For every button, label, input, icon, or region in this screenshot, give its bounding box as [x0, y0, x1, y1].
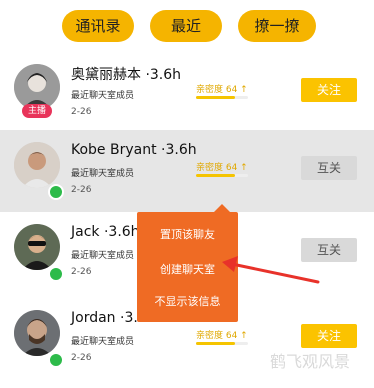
- top-tabs: 通讯录 最近 撩一撩: [0, 10, 374, 44]
- contact-subtitle: 最近聊天室成员: [71, 91, 135, 101]
- contact-name: 奥黛丽赫本 ·3.6h: [71, 67, 182, 83]
- intimacy-label: 亲密度 64 ↑: [196, 85, 248, 95]
- menu-item-pin-chat-friend[interactable]: 置顶该聊友: [137, 226, 238, 242]
- mutual-follow-button[interactable]: 互关: [301, 156, 357, 180]
- intimacy-bar: [196, 342, 248, 345]
- contact-subtitle: 最近聊天室成员: [71, 337, 135, 347]
- follow-button[interactable]: 关注: [301, 78, 357, 102]
- tab-flirt[interactable]: 撩一撩: [238, 10, 316, 42]
- avatar[interactable]: [14, 310, 60, 356]
- intimacy-bar-fill: [196, 96, 235, 99]
- contact-name: Kobe Bryant ·3.6h: [71, 142, 197, 158]
- mutual-follow-button[interactable]: 互关: [301, 238, 357, 262]
- contact-date: 2-26: [71, 185, 92, 195]
- tab-recent[interactable]: 最近: [150, 10, 222, 42]
- menu-item-hide-message[interactable]: 不显示该信息: [137, 293, 238, 309]
- intimacy-bar-fill: [196, 174, 235, 177]
- contact-date: 2-26: [71, 107, 92, 117]
- tab-contacts[interactable]: 通讯录: [62, 10, 134, 42]
- online-status-icon: [48, 266, 64, 282]
- intimacy-label: 亲密度 64 ↑: [196, 331, 248, 341]
- intimacy-label: 亲密度 64 ↑: [196, 163, 248, 173]
- streamer-badge: 主播: [22, 104, 52, 118]
- contact-subtitle: 最近聊天室成员: [71, 251, 135, 261]
- intimacy-bar-fill: [196, 342, 235, 345]
- context-menu: 置顶该聊友 创建聊天室 不显示该信息: [137, 204, 238, 322]
- intimacy-bar: [196, 96, 248, 99]
- menu-item-create-chatroom[interactable]: 创建聊天室: [137, 261, 238, 277]
- contact-date: 2-26: [71, 267, 92, 277]
- contact-subtitle: 最近聊天室成员: [71, 169, 135, 179]
- online-status-icon: [48, 352, 64, 368]
- contact-date: 2-26: [71, 353, 92, 363]
- intimacy-bar: [196, 174, 248, 177]
- list-item-selected[interactable]: Kobe Bryant ·3.6h 最近聊天室成员 2-26 亲密度 64 ↑ …: [0, 130, 374, 212]
- watermark: 鹤飞观风景: [270, 352, 351, 371]
- menu-pointer: [214, 204, 230, 212]
- contact-name: Jack ·3.6h: [71, 224, 140, 240]
- avatar[interactable]: [14, 142, 60, 188]
- follow-button[interactable]: 关注: [301, 324, 357, 348]
- online-status-icon: [48, 184, 64, 200]
- avatar[interactable]: [14, 224, 60, 270]
- list-item[interactable]: 主播 奥黛丽赫本 ·3.6h 最近聊天室成员 2-26 亲密度 64 ↑ 关注: [0, 52, 374, 142]
